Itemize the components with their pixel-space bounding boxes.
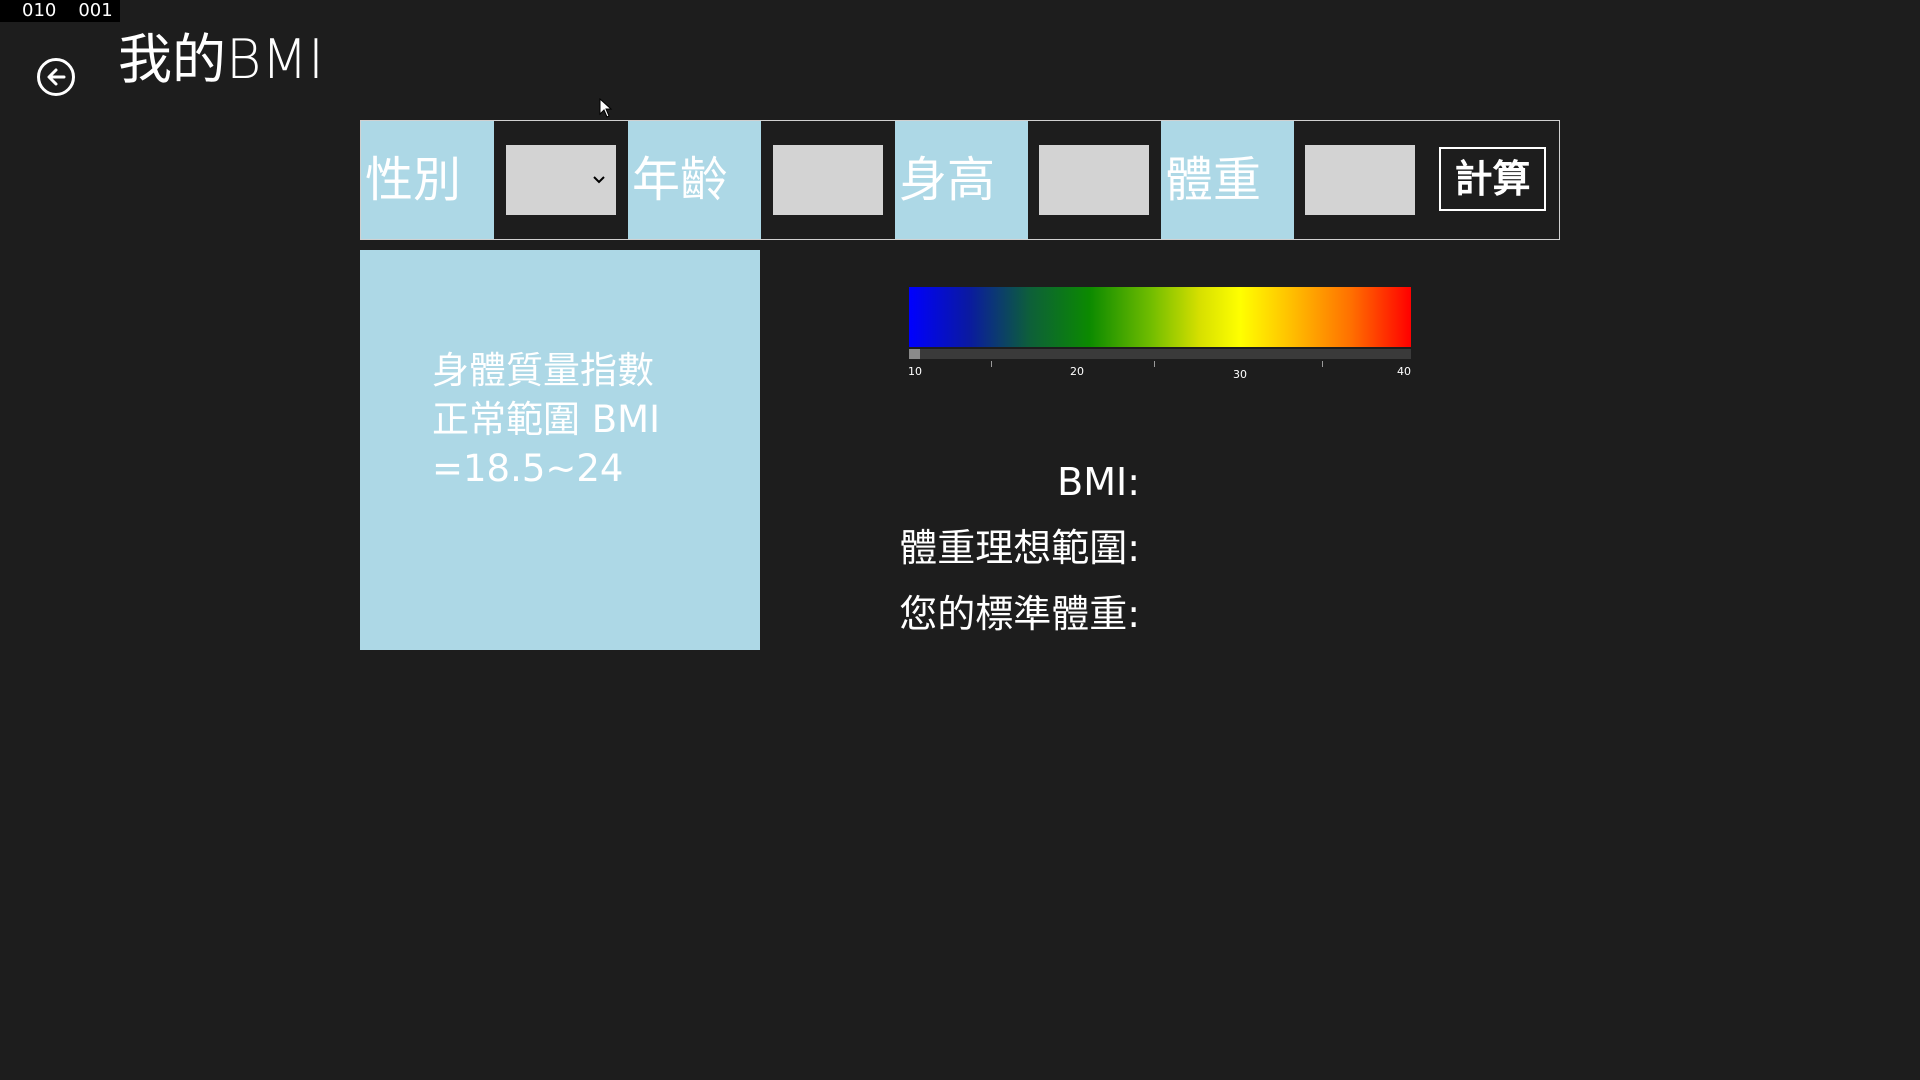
scale-label-40: 40 — [1397, 365, 1411, 378]
scale-tick — [1322, 361, 1323, 367]
age-label: 年齡 — [628, 121, 761, 239]
bmi-info-panel: 身體質量指數 正常範圍 BMI =18.5~24 — [360, 250, 760, 650]
app-window: 010 001 我的BMI 性別 年齡 身高 體重 計算 身體質量指數 正常範圍… — [0, 0, 1920, 1080]
bmi-slider-track — [909, 349, 1411, 359]
bmi-result-label: BMI: — [1057, 460, 1140, 504]
height-label: 身高 — [895, 121, 1028, 239]
scale-label-30: 30 — [1233, 368, 1247, 381]
gender-label: 性別 — [361, 121, 494, 239]
weight-label: 體重 — [1161, 121, 1294, 239]
bmi-scale: 10 20 30 40 — [908, 287, 1411, 387]
ideal-weight-range-label: 體重理想範圍: — [899, 526, 1140, 570]
input-bar: 性別 年齡 身高 體重 計算 — [360, 120, 1560, 240]
scale-tick — [991, 361, 992, 367]
weight-input[interactable] — [1305, 145, 1415, 215]
calculate-button[interactable]: 計算 — [1439, 147, 1546, 211]
bmi-info-line: 身體質量指數 — [432, 349, 654, 392]
standard-weight-label: 您的標準體重: — [899, 592, 1140, 636]
back-arrow-icon — [47, 68, 66, 86]
gender-select[interactable] — [506, 145, 616, 215]
bmi-color-gradient — [909, 287, 1411, 347]
chevron-down-icon — [593, 176, 605, 184]
frame-counter: 010 001 — [0, 0, 120, 22]
bmi-info-text: 身體質量指數 正常範圍 BMI =18.5~24 — [432, 346, 732, 493]
bmi-slider-thumb — [909, 349, 920, 359]
scale-label-10: 10 — [908, 365, 922, 378]
back-button[interactable] — [37, 58, 75, 96]
scale-label-20: 20 — [1070, 365, 1084, 378]
mouse-cursor-icon — [599, 98, 613, 118]
frame-counter-left: 010 — [22, 0, 57, 21]
scale-tick — [1154, 361, 1155, 367]
page-title: 我的BMI — [118, 28, 324, 91]
age-input[interactable] — [773, 145, 883, 215]
frame-counter-right: 001 — [78, 0, 113, 21]
height-input[interactable] — [1039, 145, 1149, 215]
bmi-info-line: 正常範圍 BMI — [432, 398, 660, 441]
bmi-info-line: =18.5~24 — [432, 447, 624, 490]
